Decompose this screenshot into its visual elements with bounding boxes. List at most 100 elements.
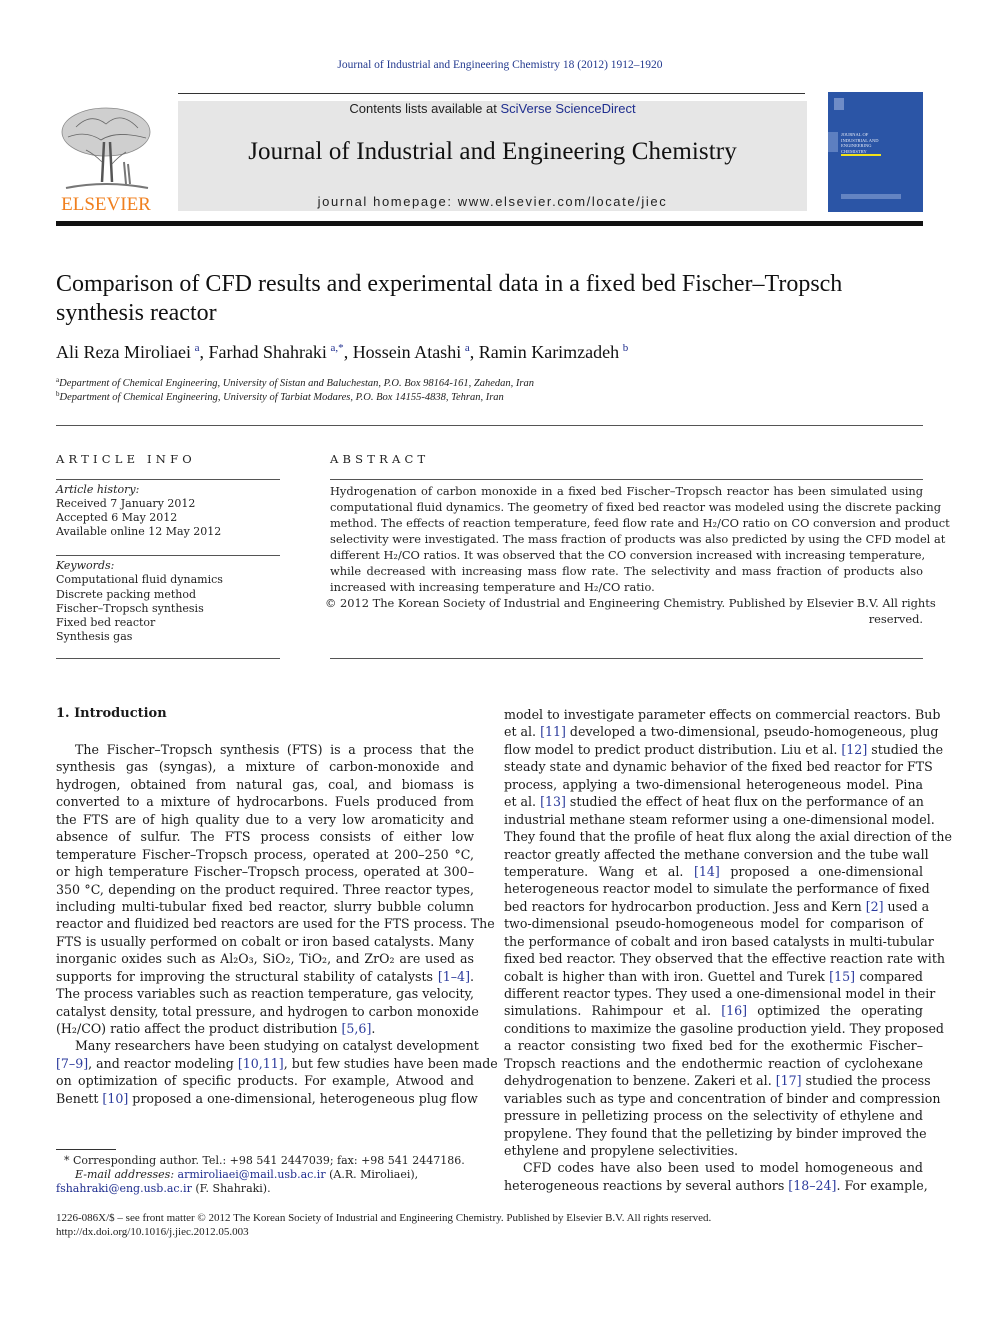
article-info-divider bbox=[56, 555, 280, 556]
elsevier-logo[interactable]: ELSEVIER bbox=[56, 102, 156, 215]
citation-link[interactable]: [18–24] bbox=[788, 1178, 836, 1193]
citation-link[interactable]: [14] bbox=[694, 864, 720, 879]
elsevier-wordmark: ELSEVIER bbox=[61, 194, 151, 214]
cover-yellow-bar bbox=[841, 154, 881, 156]
body-text-line: inorganic oxides such as Al₂O₃, SiO₂, Ti… bbox=[56, 951, 474, 967]
author-name[interactable]: Ali Reza Miroliaei bbox=[56, 342, 191, 362]
contents-prefix: Contents lists available at bbox=[349, 101, 501, 116]
body-text-line: flow model to predict product distributi… bbox=[504, 741, 944, 757]
citation-link[interactable]: [1–4] bbox=[438, 969, 470, 984]
keyword: Computational fluid dynamics bbox=[56, 573, 223, 586]
body-text-line: dehydrogenation to benzene. Zakeri et al… bbox=[504, 1073, 931, 1089]
header-divider bbox=[178, 93, 805, 94]
journal-homepage-link[interactable]: journal homepage: www.elsevier.com/locat… bbox=[178, 194, 807, 209]
body-text-line: steady state and dynamic behavior of the… bbox=[504, 759, 933, 775]
affiliation: bDepartment of Chemical Engineering, Uni… bbox=[56, 390, 504, 403]
corresponding-author-note: * Corresponding author. Tel.: +98 541 24… bbox=[64, 1154, 465, 1167]
body-text-line: 350 °C, depending on the product require… bbox=[56, 881, 474, 897]
author-name[interactable]: Ramin Karimzadeh bbox=[479, 342, 619, 362]
abstract-line: selectivity were investigated. The mass … bbox=[330, 532, 946, 546]
sciencedirect-link[interactable]: SciVerse ScienceDirect bbox=[500, 101, 635, 116]
body-text-line: absence of sulfur. The FTS process consi… bbox=[56, 829, 474, 845]
section-heading-introduction: 1. Introduction bbox=[56, 706, 167, 721]
title-line: synthesis reactor bbox=[56, 300, 217, 326]
affiliation-text: Department of Chemical Engineering, Univ… bbox=[59, 392, 504, 403]
cover-society-logo bbox=[841, 194, 901, 199]
abstract-line: method. The effects of reaction temperat… bbox=[330, 516, 950, 530]
citation-link[interactable]: [17] bbox=[776, 1073, 802, 1088]
abstract-line: computational fluid dynamics. The geomet… bbox=[330, 500, 941, 514]
citation-link[interactable]: [13] bbox=[540, 794, 566, 809]
citation-link[interactable]: [5,6] bbox=[342, 1021, 372, 1036]
cover-logo-icon bbox=[834, 98, 844, 110]
author-affiliation-mark[interactable]: a,* bbox=[331, 342, 344, 354]
doi-link[interactable]: http://dx.doi.org/10.1016/j.jiec.2012.05… bbox=[56, 1226, 249, 1238]
citation-link[interactable]: [2] bbox=[866, 899, 884, 914]
journal-cover-thumbnail[interactable]: JOURNAL OF INDUSTRIAL AND ENGINEERING CH… bbox=[828, 92, 923, 212]
body-text-line: converted to a mixture of hydrocarbons. … bbox=[56, 794, 474, 810]
body-text-line: The process variables such as reaction t… bbox=[56, 986, 474, 1002]
cover-accent bbox=[828, 132, 838, 152]
body-text-line: including multi-tubular fixed bed reacto… bbox=[56, 898, 474, 914]
body-text-line: simulations. Rahimpour et al. [16] optim… bbox=[504, 1003, 923, 1019]
abstract-line: while decreased with increasing mass flo… bbox=[330, 564, 923, 578]
received-date: Received 7 January 2012 bbox=[56, 497, 196, 510]
author-affiliation-mark[interactable]: a bbox=[195, 342, 200, 354]
author-affiliation-mark[interactable]: a bbox=[465, 342, 470, 354]
cover-title: JOURNAL OF INDUSTRIAL AND ENGINEERING CH… bbox=[841, 132, 878, 154]
body-text-line: FTS is usually performed on cobalt or ir… bbox=[56, 933, 474, 949]
keywords-label: Keywords: bbox=[56, 559, 115, 572]
abstract-line: Hydrogenation of carbon monoxide in a fi… bbox=[330, 484, 923, 498]
section-divider bbox=[56, 425, 923, 426]
journal-citation-link[interactable]: Journal of Industrial and Engineering Ch… bbox=[0, 59, 992, 71]
body-text-line: conditions to maximize the gasoline prod… bbox=[504, 1020, 944, 1036]
body-text-line: variables such as type and concentration… bbox=[504, 1090, 941, 1106]
author-name[interactable]: Farhad Shahraki bbox=[208, 342, 326, 362]
body-text-line: industrial methane steam reformer using … bbox=[504, 811, 935, 827]
citation-link[interactable]: [7–9] bbox=[56, 1056, 88, 1071]
body-text-line: on optimization of specific products. Fo… bbox=[56, 1073, 474, 1089]
right-column: model to investigate parameter effects o… bbox=[504, 706, 952, 1194]
citation-link[interactable]: [15] bbox=[829, 969, 855, 984]
article-info-heading: ARTICLE INFO bbox=[56, 452, 196, 466]
body-text-line: propylene. They found that the pelletizi… bbox=[504, 1125, 927, 1141]
citation-link[interactable]: [16] bbox=[721, 1003, 747, 1018]
body-text-line: synthesis gas (syngas), a mixture of car… bbox=[56, 759, 474, 775]
citation-link[interactable]: [10,11] bbox=[238, 1056, 284, 1071]
author-affiliation-mark[interactable]: b bbox=[623, 342, 629, 354]
email-owner: (F. Shahraki). bbox=[191, 1182, 271, 1195]
online-date: Available online 12 May 2012 bbox=[56, 525, 222, 538]
body-text-line: two-dimensional pseudo-homogeneous model… bbox=[504, 916, 923, 932]
keyword: Fischer–Tropsch synthesis bbox=[56, 602, 204, 615]
citation-link[interactable]: [11] bbox=[540, 724, 566, 739]
body-text-line: Tropsch reactions and the endothermic re… bbox=[504, 1055, 923, 1071]
body-text-line: et al. [13] studied the effect of heat f… bbox=[504, 794, 924, 810]
body-text-line: [7–9], and reactor modeling [10,11], but… bbox=[56, 1055, 498, 1071]
left-column: The Fischer–Tropsch synthesis (FTS) is a… bbox=[56, 741, 498, 1107]
body-text-line: catalyst density, total pressure, and hy… bbox=[56, 1003, 479, 1019]
article-title: Comparison of CFD results and experiment… bbox=[56, 270, 936, 328]
copyright-line: © 2012 The Korean Society of Industrial … bbox=[325, 596, 936, 610]
abstract-line: increased with increasing temperature an… bbox=[330, 580, 655, 594]
body-text-line: et al. [11] developed a two-dimensional,… bbox=[504, 724, 939, 740]
affiliation: aDepartment of Chemical Engineering, Uni… bbox=[56, 376, 534, 389]
body-text-line: cobalt is higher than with iron. Guettel… bbox=[504, 968, 923, 984]
author-name[interactable]: Hossein Atashi bbox=[353, 342, 462, 362]
body-text-line: supports for improving the structural st… bbox=[56, 968, 474, 984]
body-text-line: the performance of cobalt and iron based… bbox=[504, 933, 934, 949]
body-text-line: different reactor types. They used a one… bbox=[504, 986, 936, 1001]
body-text-line: ethylene and propylene selectivities. bbox=[504, 1142, 739, 1158]
body-text-line: temperature Fischer–Tropsch process, ope… bbox=[56, 846, 474, 862]
body-text-line: hydrogen, obtained from natural gas, coa… bbox=[56, 776, 474, 792]
email-link[interactable]: armiroliaei@mail.usb.ac.ir bbox=[178, 1168, 326, 1181]
author-list: Ali Reza Miroliaei a, Farhad Shahraki a,… bbox=[56, 342, 629, 362]
article-info-divider bbox=[56, 658, 280, 659]
abstract-heading: ABSTRACT bbox=[330, 452, 430, 466]
citation-link[interactable]: [12] bbox=[841, 742, 867, 757]
email-link[interactable]: fshahraki@eng.usb.ac.ir bbox=[56, 1182, 192, 1195]
accepted-date: Accepted 6 May 2012 bbox=[56, 511, 178, 524]
body-text-line: fixed bed reactor. They observed that th… bbox=[504, 951, 945, 967]
title-line: Comparison of CFD results and experiment… bbox=[56, 271, 843, 297]
citation-link[interactable]: [10] bbox=[102, 1091, 128, 1106]
footnote-divider bbox=[56, 1149, 116, 1150]
